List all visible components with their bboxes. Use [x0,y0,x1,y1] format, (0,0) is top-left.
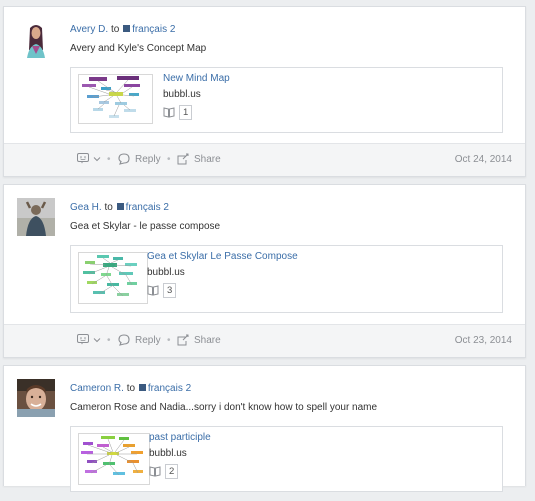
post-date: Oct 23, 2014 [454,335,512,346]
post-content: Cameron R. to français 2 Cameron Rose an… [70,379,503,492]
avatar[interactable] [17,379,55,417]
post-meta: Cameron R. to français 2 [70,382,503,396]
attachment-count-row: 2 [149,464,211,479]
attachment-thumbnail[interactable] [78,252,148,304]
post-card: Avery D. to français 2 Avery and Kyle's … [3,6,526,177]
reaction-icon [77,153,89,164]
post-date: Oct 24, 2014 [454,154,512,165]
book-icon [163,107,175,118]
group-square-icon [123,25,131,32]
attachment-info: past participle bubbl.us 2 [149,432,211,479]
attachment-card[interactable]: Gea et Skylar Le Passe Compose bubbl.us … [70,245,503,313]
reply-bubble-icon [118,153,130,165]
to-label: to [126,383,136,394]
book-icon [147,285,159,296]
chevron-down-icon [93,156,101,161]
author-link[interactable]: Avery D. [70,24,108,35]
book-icon [149,466,161,477]
attachment-thumbnail[interactable] [78,433,150,485]
post-footer: • Reply • Share Oct 24, 2014 [4,143,525,176]
group-link[interactable]: français 2 [132,24,175,35]
reaction-button[interactable] [77,334,101,345]
share-button[interactable]: Share [177,153,221,165]
attachment-card[interactable]: New Mind Map bubbl.us 1 [70,67,503,133]
post-content: Gea H. to français 2 Gea et Skylar - le … [70,198,503,313]
group-link[interactable]: français 2 [126,202,169,213]
attachment-count-row: 3 [147,283,298,298]
post-meta: Gea H. to français 2 [70,201,503,215]
group-square-icon [116,203,124,210]
post-footer: • Reply • Share Oct 23, 2014 [4,324,525,357]
post-body: Avery D. to français 2 Avery and Kyle's … [4,7,525,133]
attachment-source: bubbl.us [149,448,187,459]
author-link[interactable]: Gea H. [70,202,102,213]
to-label: to [110,24,120,35]
post-body: Gea H. to français 2 Gea et Skylar - le … [4,185,525,313]
chevron-down-icon [93,337,101,342]
attachment-source: bubbl.us [147,267,185,278]
attachment-thumbnail[interactable] [78,74,153,124]
reply-label: Reply [135,334,161,346]
reply-button[interactable]: Reply [118,334,161,346]
post-text: Avery and Kyle's Concept Map [70,43,207,54]
reply-label: Reply [135,153,161,165]
avatar[interactable] [17,198,55,236]
reaction-icon [77,334,89,345]
post-body: Cameron R. to français 2 Cameron Rose an… [4,366,525,492]
attachment-title[interactable]: past participle [149,432,211,444]
share-label: Share [194,334,221,346]
attachment-count[interactable]: 1 [179,105,193,120]
group-link[interactable]: français 2 [148,383,191,394]
post-text: Cameron Rose and Nadia...sorry i don't k… [70,402,378,413]
attachment-card[interactable]: past participle bubbl.us 2 [70,426,503,492]
separator-dot: • [107,335,111,346]
reply-button[interactable]: Reply [118,153,161,165]
separator-dot: • [107,154,111,165]
attachment-info: Gea et Skylar Le Passe Compose bubbl.us … [147,251,298,298]
post-card: Gea H. to français 2 Gea et Skylar - le … [3,184,526,358]
reply-bubble-icon [118,334,130,346]
share-button[interactable]: Share [177,334,221,346]
attachment-source: bubbl.us [163,89,201,100]
attachment-count-row: 1 [163,105,230,120]
attachment-count[interactable]: 2 [165,464,179,479]
attachment-info: New Mind Map bubbl.us 1 [163,73,230,120]
post-feed: Avery D. to français 2 Avery and Kyle's … [3,6,526,493]
attachment-title[interactable]: New Mind Map [163,73,230,85]
to-label: to [104,202,113,213]
separator-dot: • [167,154,171,165]
post-content: Avery D. to français 2 Avery and Kyle's … [70,20,503,133]
attachment-count[interactable]: 3 [163,283,177,298]
group-square-icon [138,384,146,391]
share-label: Share [194,153,221,165]
share-icon [177,334,189,346]
post-meta: Avery D. to français 2 [70,23,503,37]
attachment-title[interactable]: Gea et Skylar Le Passe Compose [147,251,298,263]
share-icon [177,153,189,165]
separator-dot: • [167,335,171,346]
post-card: Cameron R. to français 2 Cameron Rose an… [3,365,526,492]
post-text: Gea et Skylar - le passe compose [70,221,221,232]
author-link[interactable]: Cameron R. [70,383,124,394]
reaction-button[interactable] [77,153,101,164]
avatar[interactable] [17,20,55,58]
